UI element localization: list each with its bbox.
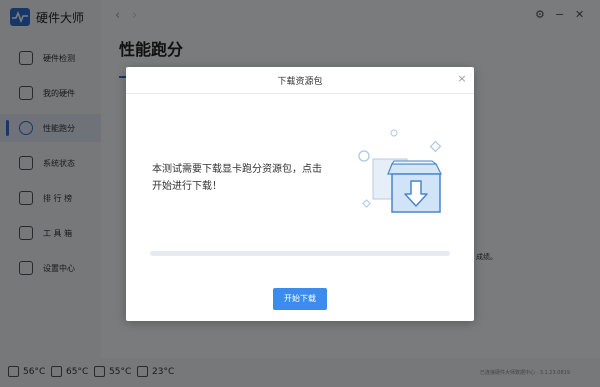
dialog-message: 本测试需要下载显卡跑分资源包，点击开始进行下载！ [152, 164, 322, 192]
download-package-icon [358, 129, 442, 213]
close-icon[interactable]: × [456, 73, 468, 85]
dialog-header: 下载资源包 × [126, 67, 474, 94]
download-dialog: 下载资源包 × 本测试需要下载显卡跑分资源包，点击开始进行下载！ 开始下载 [126, 67, 474, 321]
download-progress-bar [150, 251, 450, 256]
start-download-button[interactable]: 开始下载 [273, 288, 327, 310]
dialog-title: 下载资源包 [277, 77, 323, 87]
